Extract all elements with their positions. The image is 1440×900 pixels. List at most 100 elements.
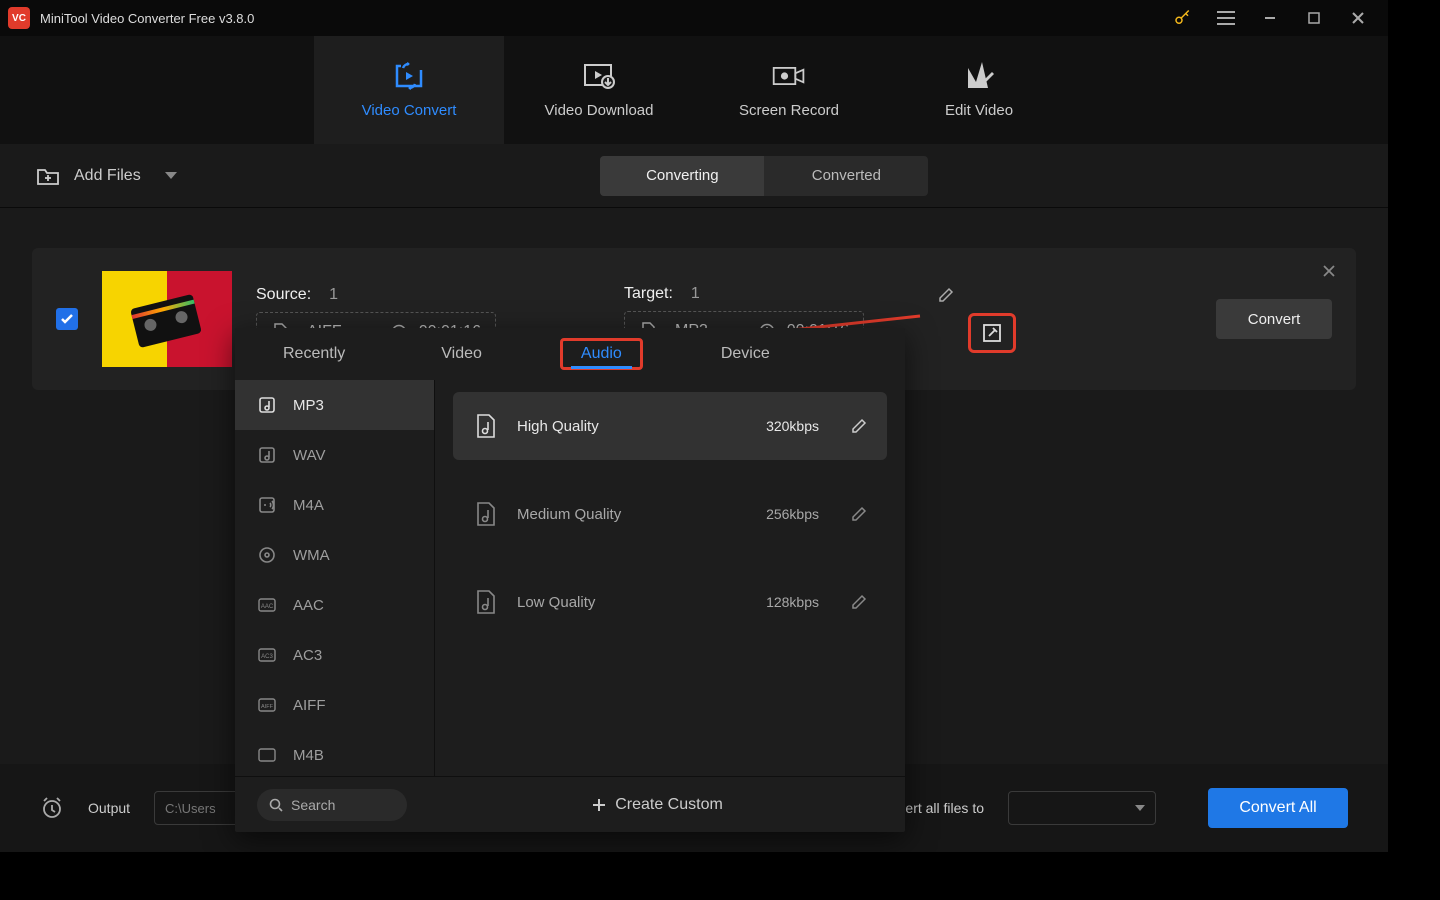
search-input[interactable]: Search <box>257 789 407 821</box>
format-label: WAV <box>293 447 326 464</box>
add-files-button[interactable]: Add Files <box>36 166 177 186</box>
format-item-wma[interactable]: WMA <box>235 530 434 580</box>
preset-bitrate: 128kbps <box>766 594 819 610</box>
file-badge-icon: AC3 <box>257 645 277 665</box>
tab-edit-video[interactable]: Edit Video <box>884 36 1074 144</box>
target-settings-button[interactable] <box>968 313 1016 353</box>
preset-high-quality[interactable]: High Quality 320kbps <box>453 392 887 460</box>
license-key-icon[interactable] <box>1160 0 1204 36</box>
popup-tabs: Recently Video Audio Device <box>235 328 905 380</box>
format-label: WMA <box>293 547 330 564</box>
target-count: 1 <box>691 285 700 303</box>
svg-text:AIFF: AIFF <box>261 704 274 710</box>
create-custom-button[interactable]: Create Custom <box>591 796 723 814</box>
format-item-aac[interactable]: AAC AAC <box>235 580 434 630</box>
convert-all-button[interactable]: Convert All <box>1208 788 1348 828</box>
popup-tab-recently[interactable]: Recently <box>265 341 363 367</box>
edit-preset-icon[interactable] <box>851 594 867 610</box>
edit-icon <box>961 62 997 90</box>
format-item-m4a[interactable]: M4A <box>235 480 434 530</box>
alarm-icon[interactable] <box>40 796 64 820</box>
audio-icon <box>257 495 277 515</box>
thumbnail <box>102 271 232 367</box>
popup-tab-device[interactable]: Device <box>703 341 788 367</box>
preset-list: High Quality 320kbps Medium Quality 256k… <box>435 380 905 776</box>
source-count: 1 <box>329 286 338 304</box>
format-item-ac3[interactable]: AC3 AC3 <box>235 630 434 680</box>
popup-tab-video[interactable]: Video <box>423 341 500 367</box>
preset-low-quality[interactable]: Low Quality 128kbps <box>453 568 887 636</box>
plus-icon <box>591 797 607 813</box>
popup-footer: Search Create Custom <box>235 776 905 832</box>
popup-tab-audio[interactable]: Audio <box>560 338 643 370</box>
preset-label: Medium Quality <box>517 506 748 523</box>
audio-file-icon <box>473 413 499 439</box>
format-item-mp3[interactable]: MP3 <box>235 380 434 430</box>
tab-video-convert[interactable]: Video Convert <box>314 36 504 144</box>
remove-file-button[interactable] <box>1322 264 1336 278</box>
music-note-icon <box>257 445 277 465</box>
format-label: AIFF <box>293 697 326 714</box>
edit-preset-icon[interactable] <box>851 418 867 434</box>
tab-converting[interactable]: Converting <box>600 156 764 196</box>
add-files-label: Add Files <box>74 167 141 185</box>
audio-file-icon <box>473 501 499 527</box>
format-label: AAC <box>293 597 324 614</box>
tab-label: Edit Video <box>945 102 1013 119</box>
preset-medium-quality[interactable]: Medium Quality 256kbps <box>453 480 887 548</box>
format-list[interactable]: MP3 WAV M4A WMA AAC AAC <box>235 380 435 776</box>
edit-preset-icon[interactable] <box>851 506 867 522</box>
tab-label: Screen Record <box>739 102 839 119</box>
tab-label: Video Convert <box>362 102 457 119</box>
file-badge-icon: AAC <box>257 595 277 615</box>
target-label: Target: <box>624 285 673 303</box>
file-badge-icon: AIFF <box>257 695 277 715</box>
format-item-wav[interactable]: WAV <box>235 430 434 480</box>
svg-text:AAC: AAC <box>261 604 274 610</box>
format-label: M4B <box>293 747 324 764</box>
disc-icon <box>257 545 277 565</box>
menu-icon[interactable] <box>1204 0 1248 36</box>
add-folder-icon <box>36 166 60 186</box>
tab-converted[interactable]: Converted <box>764 156 928 196</box>
audio-file-icon <box>473 589 499 615</box>
tab-label: Video Download <box>545 102 654 119</box>
preset-label: Low Quality <box>517 594 748 611</box>
download-icon <box>581 62 617 90</box>
tab-video-download[interactable]: Video Download <box>504 36 694 144</box>
app-logo: VC <box>8 7 30 29</box>
maximize-button[interactable] <box>1292 0 1336 36</box>
output-path-value: C:\Users <box>165 801 216 816</box>
global-format-dropdown[interactable] <box>1008 791 1156 825</box>
status-segment: Converting Converted <box>600 156 928 196</box>
output-label: Output <box>88 800 130 816</box>
tab-screen-record[interactable]: Screen Record <box>694 36 884 144</box>
preset-bitrate: 256kbps <box>766 506 819 522</box>
convert-button[interactable]: Convert <box>1216 299 1332 339</box>
format-item-m4b[interactable]: M4B <box>235 730 434 776</box>
search-placeholder: Search <box>291 797 335 813</box>
row-checkbox[interactable] <box>56 308 78 330</box>
format-label: MP3 <box>293 397 324 414</box>
convert-all-files-to-label: ert all files to <box>905 800 984 816</box>
format-label: M4A <box>293 497 324 514</box>
create-custom-label: Create Custom <box>615 796 723 814</box>
app-title: MiniTool Video Converter Free v3.8.0 <box>40 11 254 26</box>
chevron-down-icon <box>1135 805 1145 812</box>
format-label: AC3 <box>293 647 322 664</box>
search-icon <box>269 798 283 812</box>
music-note-icon <box>257 395 277 415</box>
pencil-icon[interactable] <box>938 287 954 303</box>
record-icon <box>771 62 807 90</box>
minimize-button[interactable] <box>1248 0 1292 36</box>
svg-text:AC3: AC3 <box>261 654 273 660</box>
source-label: Source: <box>256 286 311 304</box>
format-popup: Recently Video Audio Device MP3 WAV M4A <box>235 328 905 832</box>
convert-icon <box>391 62 427 90</box>
top-nav: Video Convert Video Download Screen Reco… <box>0 36 1388 144</box>
sub-bar: Add Files Converting Converted <box>0 144 1388 208</box>
close-button[interactable] <box>1336 0 1380 36</box>
preset-bitrate: 320kbps <box>766 418 819 434</box>
preset-label: High Quality <box>517 418 748 435</box>
format-item-aiff[interactable]: AIFF AIFF <box>235 680 434 730</box>
